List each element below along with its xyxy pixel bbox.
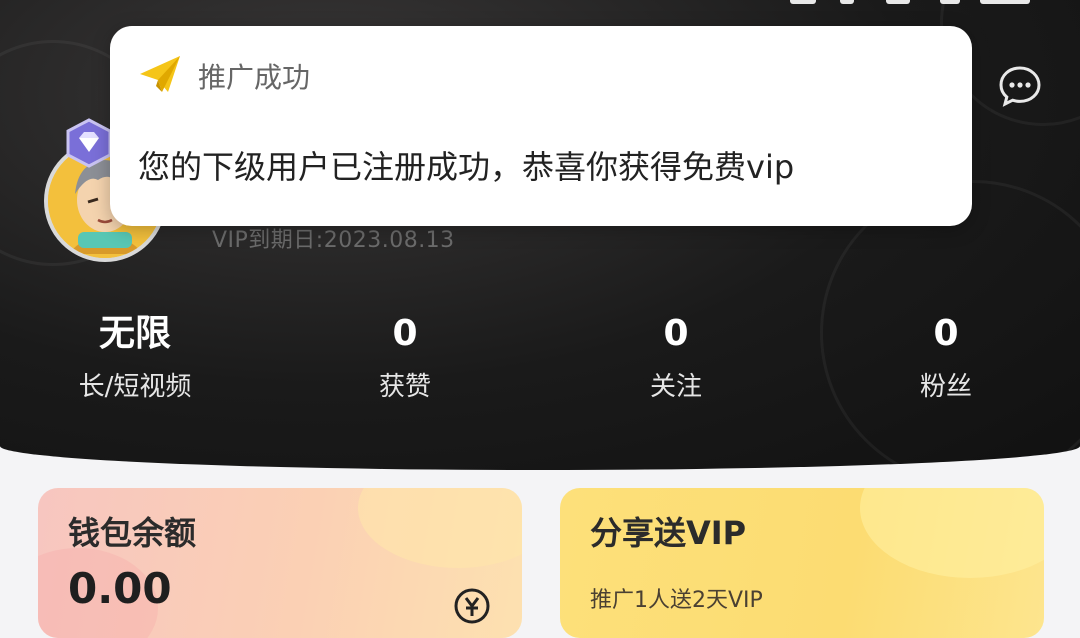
wallet-card[interactable]: 钱包余额 0.00 xyxy=(38,488,522,638)
stat-label: 粉丝 xyxy=(919,372,972,402)
share-subtitle: 推广1人送2天VIP xyxy=(590,588,763,613)
message-icon[interactable] xyxy=(996,62,1044,110)
notification-title: 推广成功 xyxy=(198,61,311,94)
stat-value: 无限 xyxy=(98,313,171,354)
stat-value: 0 xyxy=(663,313,689,354)
wallet-amount: 0.00 xyxy=(68,564,172,613)
stat-label: 关注 xyxy=(649,372,702,402)
stat-value: 0 xyxy=(933,313,959,354)
stat-following[interactable]: 0 关注 xyxy=(576,310,776,403)
wallet-title: 钱包余额 xyxy=(68,514,197,552)
stat-label: 长/短视频 xyxy=(78,372,192,402)
paper-plane-icon xyxy=(140,56,180,92)
stat-videos[interactable]: 无限 长/短视频 xyxy=(35,310,235,403)
notification-toast[interactable]: 推广成功 您的下级用户已注册成功，恭喜你获得免费vip xyxy=(110,26,972,226)
status-bar xyxy=(790,0,1050,16)
notification-message: 您的下级用户已注册成功，恭喜你获得免费vip xyxy=(138,148,795,186)
stat-label: 获赞 xyxy=(378,372,431,402)
share-vip-card[interactable]: 分享送VIP 推广1人送2天VIP xyxy=(560,488,1044,638)
coin-icon[interactable] xyxy=(452,586,492,626)
stat-likes[interactable]: 0 获赞 xyxy=(305,310,505,403)
vip-diamond-icon xyxy=(66,118,112,168)
share-title: 分享送VIP xyxy=(590,514,747,552)
stat-value: 0 xyxy=(392,313,418,354)
stat-followers[interactable]: 0 粉丝 xyxy=(846,310,1046,403)
vip-expiry-text: VIP到期日:2023.08.13 xyxy=(212,228,455,253)
